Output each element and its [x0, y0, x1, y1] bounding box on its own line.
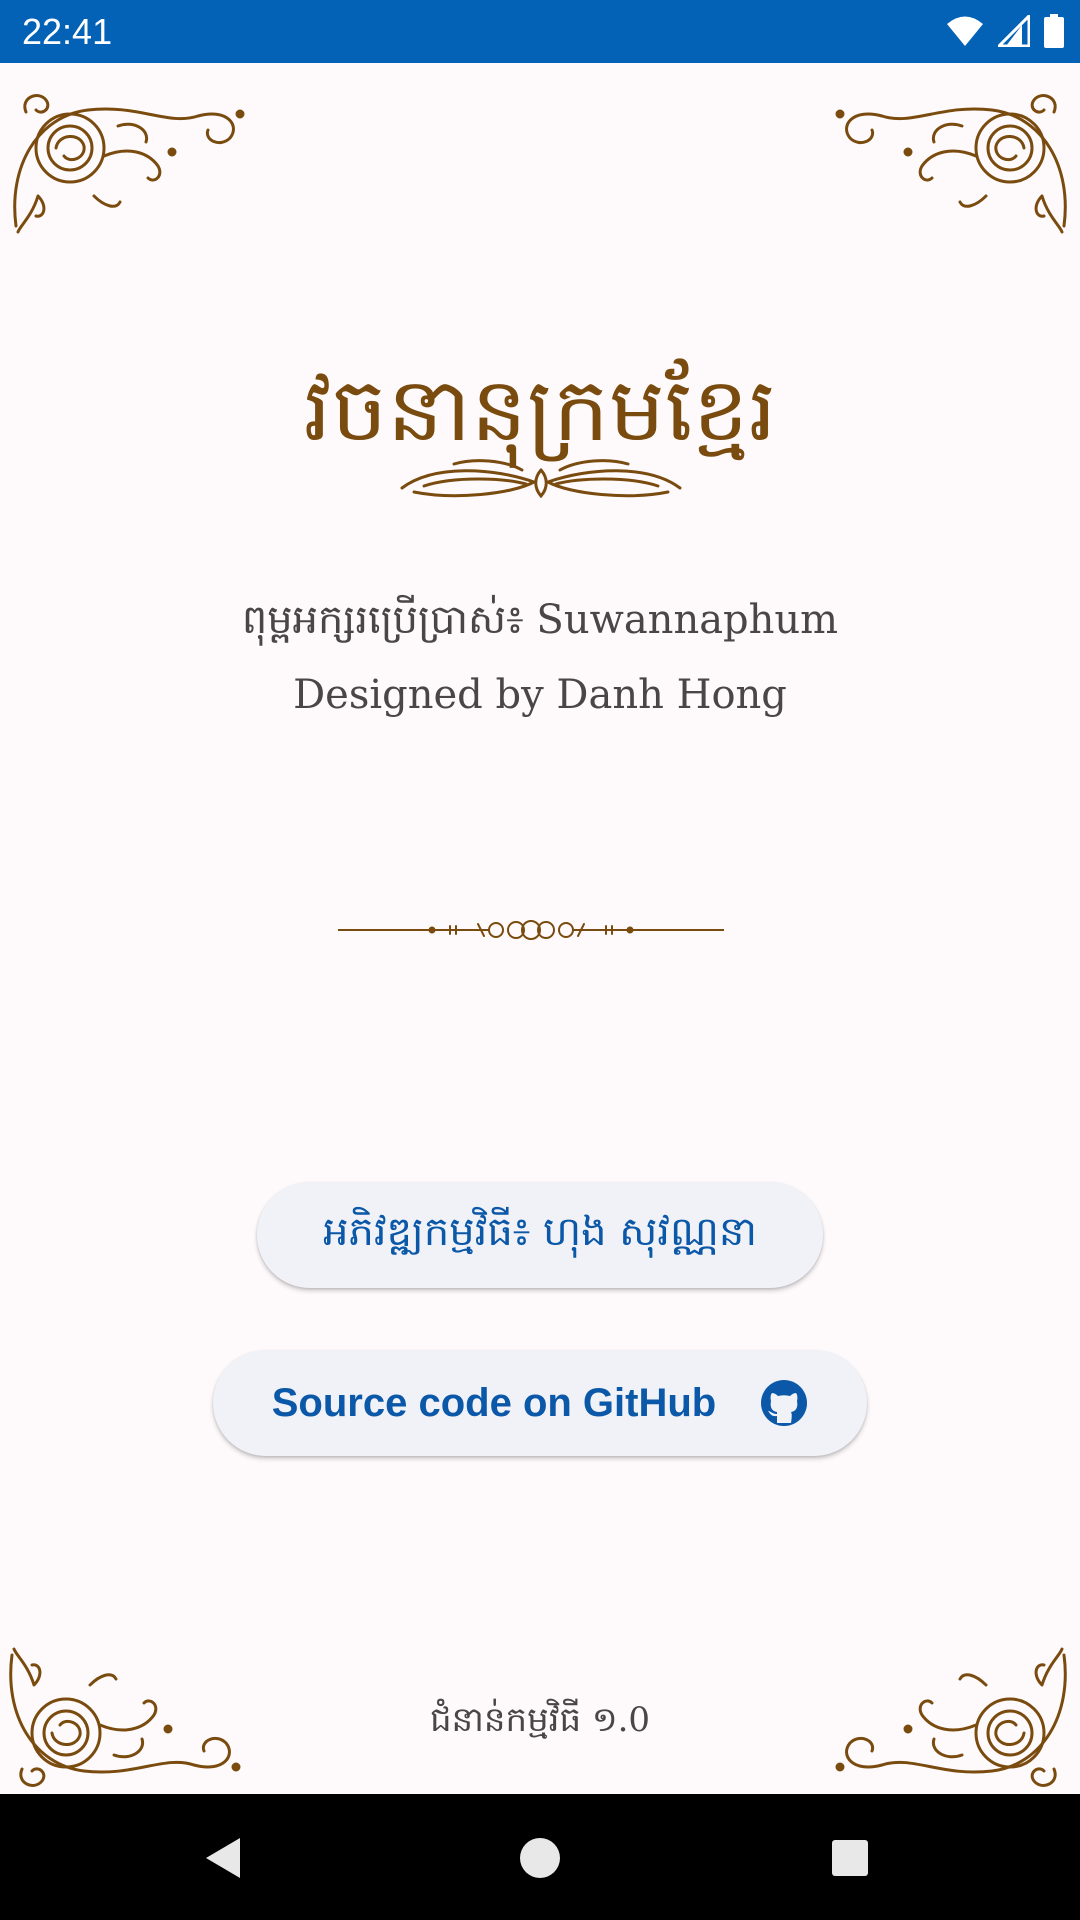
app-version: ជំនាន់កម្មវិធី ១.0: [429, 1700, 651, 1740]
status-bar: 22:41: [0, 0, 1080, 63]
battery-icon: [1044, 14, 1064, 48]
github-icon: [761, 1380, 808, 1426]
corner-ornament-top-left: [13, 94, 245, 234]
divider-ornament: [338, 920, 724, 940]
status-icons: [946, 14, 1064, 48]
recents-icon[interactable]: [826, 1834, 874, 1882]
corner-ornament-top-right: [835, 94, 1067, 234]
font-credit: ពុម្ពអក្សរប្រើប្រាស់៖ Suwannaphum: [241, 597, 839, 643]
navigation-bar: [0, 1794, 1080, 1920]
app-title: វចនានុក្រមខ្មែរ: [303, 358, 777, 461]
github-button-label: Source code on GitHub: [271, 1380, 717, 1425]
wifi-icon: [947, 16, 983, 46]
title-flourish: [400, 459, 682, 499]
designer-credit: Designed by Danh Hong: [293, 672, 787, 718]
cell-signal-icon: [998, 15, 1030, 47]
home-icon[interactable]: [516, 1834, 564, 1882]
github-source-button[interactable]: Source code on GitHub: [213, 1350, 867, 1456]
developer-button-label: អភិវឌ្ឍកម្មវិធី៖ ហុង សុវណ្ណនា: [323, 1208, 757, 1255]
back-icon[interactable]: [200, 1834, 248, 1882]
developer-button[interactable]: អភិវឌ្ឍកម្មវិធី៖ ហុង សុវណ្ណនា: [257, 1182, 823, 1288]
status-time: 22:41: [22, 11, 113, 52]
